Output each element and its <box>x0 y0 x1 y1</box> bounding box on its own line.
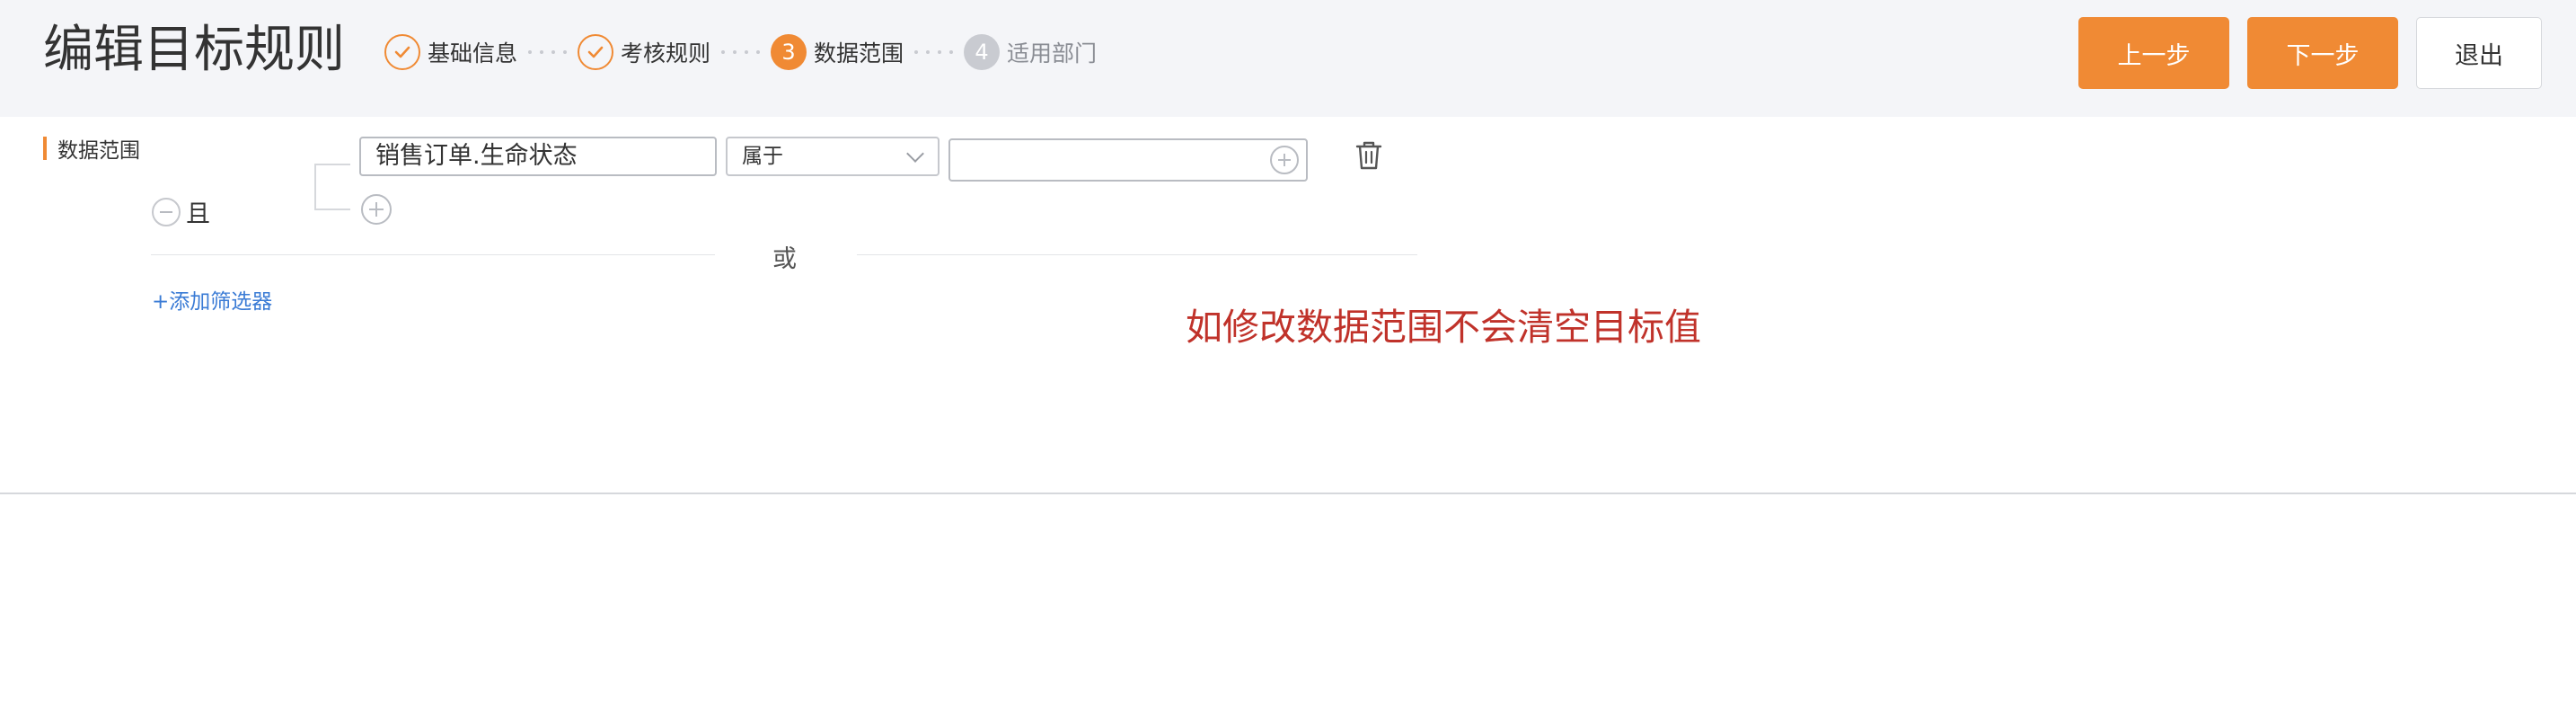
or-label: 或 <box>772 245 797 273</box>
page: 编辑目标规则 基础信息 考核规则 3 数据范围 4 适用部门 上一步 下一步 退… <box>0 0 2576 710</box>
header-bar: 编辑目标规则 基础信息 考核规则 3 数据范围 4 适用部门 上一步 下一步 退… <box>0 0 2576 117</box>
and-label: 且 <box>186 200 210 228</box>
step-assessment-rules: 考核规则 <box>578 32 710 72</box>
or-divider-right <box>857 254 1417 255</box>
page-title: 编辑目标规则 <box>43 21 345 79</box>
step-data-range: 3 数据范围 <box>771 32 904 72</box>
operator-value: 属于 <box>742 145 783 168</box>
step-connector <box>914 50 954 54</box>
trash-icon[interactable] <box>1354 140 1383 171</box>
section-title: 数据范围 <box>57 139 140 163</box>
step-label: 考核规则 <box>621 40 711 67</box>
step-connector <box>721 50 761 54</box>
operator-select[interactable]: 属于 <box>726 137 940 176</box>
and-group-toggle: 且 <box>152 194 210 229</box>
step-connector <box>528 50 568 54</box>
section-accent-bar <box>43 137 47 160</box>
condition-bracket <box>314 164 350 210</box>
section-label: 数据范围 <box>43 135 140 163</box>
step-number: 4 <box>964 34 1001 70</box>
chevron-down-icon <box>906 145 924 163</box>
check-circle-icon <box>384 34 420 70</box>
step-departments: 4 适用部门 <box>964 32 1097 72</box>
minus-circle-icon[interactable] <box>152 197 181 226</box>
step-indicator: 基础信息 考核规则 3 数据范围 4 适用部门 <box>384 32 1097 72</box>
next-step-button[interactable]: 下一步 <box>2247 17 2398 89</box>
value-input[interactable] <box>948 138 1308 182</box>
add-filter-link[interactable]: +添加筛选器 <box>152 284 272 315</box>
step-label: 基础信息 <box>428 40 518 67</box>
exit-button[interactable]: 退出 <box>2416 17 2542 89</box>
step-label: 数据范围 <box>814 40 904 67</box>
warning-text: 如修改数据范围不会清空目标值 <box>1186 306 1701 349</box>
plus-circle-icon[interactable] <box>1270 146 1299 174</box>
add-condition-button[interactable] <box>361 194 392 225</box>
prev-step-button[interactable]: 上一步 <box>2078 17 2229 89</box>
step-basic-info: 基础信息 <box>384 32 517 72</box>
step-label: 适用部门 <box>1007 40 1098 67</box>
check-circle-icon <box>578 34 614 70</box>
step-number: 3 <box>771 34 807 70</box>
bottom-divider <box>0 493 2576 494</box>
or-divider-left <box>151 254 715 255</box>
field-select[interactable]: 销售订单.生命状态 <box>359 137 717 176</box>
